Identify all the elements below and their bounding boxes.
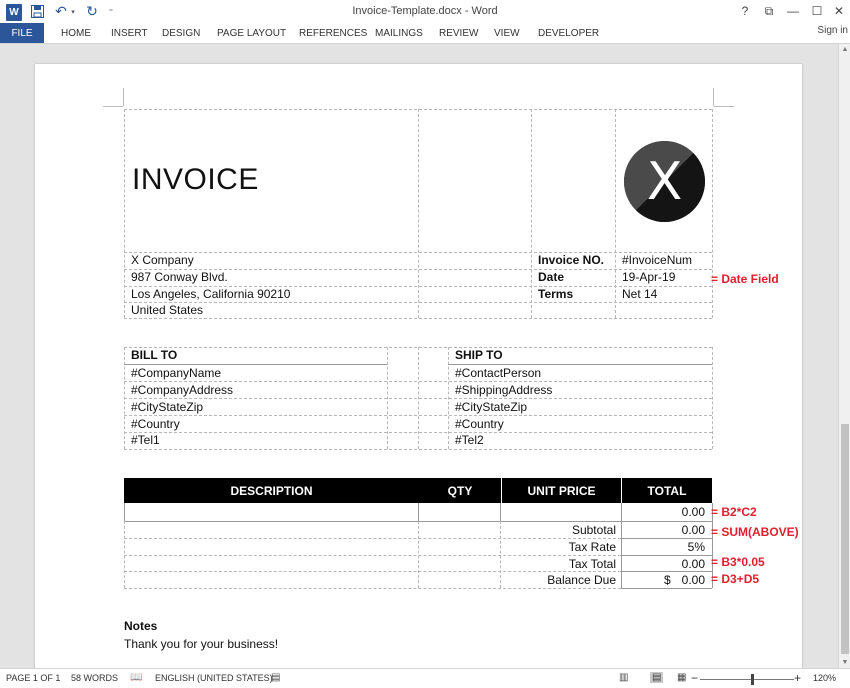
tab-design[interactable]: DESIGN	[162, 23, 200, 43]
tax-rate-value: 5%	[687, 540, 705, 554]
crop-mark	[103, 106, 123, 107]
line-total-value: 0.00	[681, 505, 705, 519]
language[interactable]: ENGLISH (UNITED STATES)	[155, 673, 273, 683]
tab-references[interactable]: REFERENCES	[299, 23, 367, 43]
macro-record-icon[interactable]: ▤	[271, 672, 280, 683]
total-header: TOTAL	[622, 478, 712, 503]
sign-in-link[interactable]: Sign in	[817, 25, 848, 36]
scroll-up-icon[interactable]: ▲	[840, 46, 850, 53]
tab-home[interactable]: HOME	[61, 23, 91, 43]
zoom-out-button[interactable]: −	[691, 671, 698, 685]
web-layout-icon[interactable]: ▦	[677, 672, 686, 683]
tab-mailings[interactable]: MAILINGS	[375, 23, 423, 43]
logo-letter: X	[646, 151, 683, 212]
tab-view[interactable]: VIEW	[494, 23, 520, 43]
print-layout-icon[interactable]: ▤	[650, 672, 664, 683]
balance-due-value: 0.00	[681, 573, 705, 587]
subtotal-label: Subtotal	[571, 523, 616, 537]
subtotal-value: 0.00	[681, 523, 705, 537]
zoom-slider-thumb[interactable]	[751, 674, 754, 685]
page-count[interactable]: PAGE 1 OF 1	[6, 673, 60, 683]
description-header: DESCRIPTION	[124, 478, 419, 503]
read-mode-icon[interactable]: ▥	[619, 672, 628, 683]
window-title: Invoice-Template.docx - Word	[352, 5, 498, 17]
bill-to-header: BILL TO	[131, 348, 178, 362]
ship-to-line: #Country	[455, 417, 504, 431]
tab-developer[interactable]: DEVELOPER	[538, 23, 599, 43]
notes-title: Notes	[124, 619, 158, 633]
tab-insert[interactable]: INSERT	[111, 23, 148, 43]
bill-to-line: #Country	[131, 417, 180, 431]
ship-to-line: #CityStateZip	[455, 400, 528, 414]
crop-mark	[714, 106, 734, 107]
terms-label: Terms	[538, 287, 574, 301]
company-country: United States	[131, 303, 204, 317]
tax-total-annotation: = B3*0.05	[711, 555, 765, 569]
company-street: 987 Conway Blvd.	[131, 270, 228, 284]
tax-rate-label: Tax Rate	[568, 540, 616, 554]
date-label: Date	[538, 270, 565, 284]
bill-to-line: #CompanyName	[131, 366, 222, 380]
company-city: Los Angeles, California 90210	[131, 287, 291, 301]
title-bar: W ↶ ▾ ↻ ⁼ Invoice-Template.docx - Word ?…	[0, 0, 850, 23]
tax-total-value: 0.00	[681, 557, 705, 571]
balance-annotation: = D3+D5	[711, 572, 760, 586]
balance-currency: $	[664, 573, 671, 587]
vertical-scrollbar[interactable]: ▲ ▼	[838, 44, 850, 668]
crop-mark	[713, 88, 714, 106]
zoom-in-button[interactable]: +	[794, 671, 801, 685]
ribbon-display-options-button[interactable]: ⧉	[758, 2, 780, 20]
ship-to-header: SHIP TO	[455, 348, 503, 362]
company-logo: X	[624, 141, 705, 222]
date-field-annotation: = Date Field	[711, 272, 779, 286]
tab-review[interactable]: REVIEW	[439, 23, 478, 43]
proofing-icon[interactable]: 📖	[130, 672, 142, 683]
bill-to-line: #Tel1	[131, 433, 160, 447]
maximize-button[interactable]: ☐	[806, 2, 828, 20]
zoom-level[interactable]: 120%	[813, 673, 836, 683]
ribbon-tabs: FILE HOME INSERT DESIGN PAGE LAYOUT REFE…	[0, 23, 850, 43]
ship-to-line: #Tel2	[455, 433, 484, 447]
minimize-button[interactable]: —	[782, 2, 804, 20]
unit-price-header: UNIT PRICE	[501, 478, 622, 503]
word-count[interactable]: 58 WORDS	[71, 673, 118, 683]
ship-to-line: #ContactPerson	[455, 366, 542, 380]
invoice-no-value: #InvoiceNum	[622, 253, 693, 267]
crop-mark	[123, 88, 124, 106]
invoice-no-label: Invoice NO.	[538, 253, 605, 267]
company-name: X Company	[131, 253, 194, 267]
line-total-annotation: = B2*C2	[711, 505, 757, 519]
notes-text: Thank you for your business!	[124, 637, 279, 651]
scrollbar-thumb[interactable]	[841, 424, 849, 654]
balance-due-label: Balance Due	[547, 573, 616, 587]
subtotal-annotation: = SUM(ABOVE)	[711, 525, 799, 539]
scroll-down-icon[interactable]: ▼	[840, 659, 850, 666]
invoice-title: INVOICE	[132, 163, 259, 196]
help-button[interactable]: ?	[734, 2, 756, 20]
status-bar: PAGE 1 OF 1 58 WORDS 📖 ENGLISH (UNITED S…	[0, 668, 850, 688]
ship-to-line: #ShippingAddress	[455, 383, 553, 397]
tax-total-label: Tax Total	[568, 557, 616, 571]
tab-page-layout[interactable]: PAGE LAYOUT	[217, 23, 286, 43]
zoom-slider-track[interactable]	[700, 679, 794, 680]
qty-header: QTY	[419, 478, 501, 503]
terms-value: Net 14	[622, 287, 658, 301]
bill-to-line: #CityStateZip	[131, 400, 204, 414]
tab-file[interactable]: FILE	[0, 23, 44, 43]
close-button[interactable]: ✕	[828, 2, 850, 20]
bill-to-line: #CompanyAddress	[131, 383, 234, 397]
date-value: 19-Apr-19	[622, 270, 676, 284]
